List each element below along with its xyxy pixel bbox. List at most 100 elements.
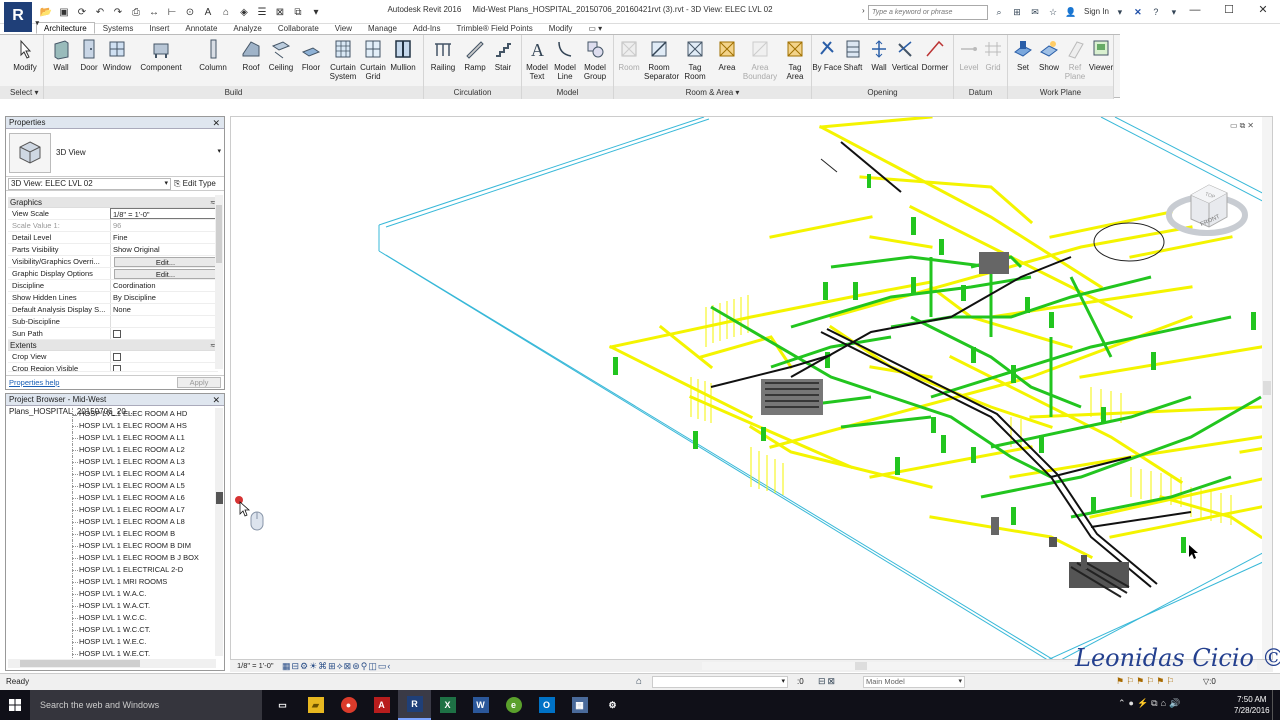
undo-icon[interactable]: ↶	[92, 4, 108, 20]
list-item[interactable]: HOSP LVL 1 W.C.C.	[6, 612, 216, 624]
list-item[interactable]: HOSP LVL 1 ELEC ROOM A L6	[6, 492, 216, 504]
word-icon[interactable]: W	[464, 690, 497, 720]
list-item[interactable]: HOSP LVL 1 ELEC ROOM B	[6, 528, 216, 540]
floor-button[interactable]: Floor	[296, 38, 326, 72]
calculator-icon[interactable]: ▦	[563, 690, 596, 720]
railing-button[interactable]: Railing	[428, 38, 458, 72]
tag-area-button[interactable]: Tag Area	[780, 38, 810, 81]
chevron-down-icon[interactable]: ▾	[1113, 5, 1127, 19]
excel-icon[interactable]: X	[431, 690, 464, 720]
ribbon-minimize-toggle[interactable]: ▭ ▾	[580, 22, 610, 34]
redo-icon[interactable]: ↷	[110, 4, 126, 20]
mullion-button[interactable]: Mullion	[388, 38, 418, 72]
3d-viewport-canvas[interactable]: FRONT TOP ▭⧉✕	[230, 116, 1273, 660]
tab-annotate[interactable]: Annotate	[177, 22, 225, 34]
list-item[interactable]: HOSP LVL 1 W.E.C.	[6, 636, 216, 648]
modify-button[interactable]: Modify	[8, 38, 42, 72]
thin-lines-icon[interactable]: ☰	[254, 4, 270, 20]
subscription-icon[interactable]: ⊞	[1010, 5, 1024, 19]
tab-systems[interactable]: Systems	[95, 22, 142, 34]
roof-button[interactable]: Roof	[236, 38, 266, 72]
viewcube[interactable]: FRONT TOP	[1161, 173, 1249, 243]
favorites-icon[interactable]: ☆	[1046, 5, 1060, 19]
select-dropdown[interactable]: Select ▾	[0, 86, 43, 99]
wall-button[interactable]: Wall	[46, 38, 76, 72]
3d-view-icon[interactable]: ⌂	[218, 4, 234, 20]
minimize-icon[interactable]: —	[1178, 0, 1212, 20]
list-item[interactable]: HOSP LVL 1 ELEC ROOM A L3	[6, 456, 216, 468]
viewport-window-controls[interactable]: ▭⧉✕	[1230, 121, 1256, 131]
section-extents[interactable]: Extents ≈	[8, 340, 218, 351]
component-button[interactable]: Component	[138, 38, 184, 72]
ceiling-button[interactable]: Ceiling	[266, 38, 296, 72]
close-icon[interactable]: ✕	[212, 394, 220, 406]
list-item[interactable]: HOSP LVL 1 ELEC ROOM A L4	[6, 468, 216, 480]
tab-modify[interactable]: Modify	[541, 22, 581, 34]
design-option-dropdown[interactable]: Main Model ▾	[863, 676, 965, 688]
viewport-vertical-scrollbar[interactable]	[1262, 117, 1272, 659]
tab-manage[interactable]: Manage	[360, 22, 405, 34]
view-control-icons[interactable]: ▦⊟⚙☀⌘⊞⟡⊠⊛⚲◫▭‹	[282, 660, 391, 672]
worksets-dropdown[interactable]: ▾	[652, 676, 788, 688]
outlook-icon[interactable]: O	[530, 690, 563, 720]
revit-taskbar-icon[interactable]: R	[398, 690, 431, 720]
list-item[interactable]: HOSP LVL 1 ELEC ROOM A L7	[6, 504, 216, 516]
properties-scrollbar[interactable]	[215, 195, 223, 369]
help-icon[interactable]: ?	[1149, 5, 1163, 19]
list-item[interactable]: HOSP LVL 1 ELEC ROOM A HS	[6, 420, 216, 432]
type-dropdown-icon[interactable]: ▾	[217, 147, 221, 155]
sun-path-checkbox[interactable]	[113, 330, 121, 338]
measure-icon[interactable]: ↔	[146, 4, 162, 20]
selection-filter-count[interactable]: ▽:0	[1203, 677, 1216, 686]
tab-architecture[interactable]: Architecture	[36, 22, 95, 34]
taskbar-search-box[interactable]: Search the web and Windows	[30, 690, 262, 720]
maximize-icon[interactable]: ☐	[1212, 0, 1246, 20]
help-search-input[interactable]: Type a keyword or phrase	[868, 5, 988, 20]
design-options-icons[interactable]: ⊟⊠	[818, 676, 837, 687]
communication-icon[interactable]: ✉	[1028, 5, 1042, 19]
grid-button[interactable]: Grid	[978, 38, 1008, 72]
close-icon[interactable]: ✕	[212, 117, 220, 129]
ramp-button[interactable]: Ramp	[460, 38, 490, 72]
print-icon[interactable]: ⎙	[128, 4, 144, 20]
tab-insert[interactable]: Insert	[141, 22, 177, 34]
sign-in-link[interactable]: Sign In	[1084, 5, 1109, 19]
apply-button[interactable]: Apply	[177, 377, 221, 388]
model-text-button[interactable]: A Model Text	[522, 38, 552, 81]
start-button[interactable]	[0, 690, 30, 720]
room-button[interactable]: Room	[614, 38, 644, 72]
selection-filter-icons[interactable]: ⚑⚐⚑⚐⚑⚐	[1116, 676, 1176, 687]
room-area-dropdown[interactable]: Room & Area ▾	[614, 86, 811, 99]
list-item[interactable]: HOSP LVL 1 ELEC ROOM A L5	[6, 480, 216, 492]
save-icon[interactable]: ▣	[56, 4, 72, 20]
text-icon[interactable]: A	[200, 4, 216, 20]
acrobat-icon[interactable]: A	[365, 690, 398, 720]
column-button[interactable]: Column	[198, 38, 228, 72]
close-icon[interactable]: ✕	[1246, 0, 1280, 20]
room-separator-button[interactable]: Room Separator	[644, 38, 679, 81]
list-item[interactable]: HOSP LVL 1 ELECTRICAL 2-D	[6, 564, 216, 576]
dimension-icon[interactable]: ⊢	[164, 4, 180, 20]
dormer-button[interactable]: Dormer	[920, 38, 950, 72]
edit-type-button[interactable]: ⎘ Edit Type	[174, 178, 216, 190]
green-app-icon[interactable]: e	[497, 690, 530, 720]
list-item[interactable]: HOSP LVL 1 MRI ROOMS	[6, 576, 216, 588]
list-item[interactable]: HOSP LVL 1 ELEC ROOM B J BOX	[6, 552, 216, 564]
search-icon[interactable]: ⌕	[992, 5, 1006, 19]
worksets-icon[interactable]: ⌂	[636, 676, 642, 687]
taskbar-clock[interactable]: 7:50 AM 7/28/2016	[1234, 694, 1270, 716]
tab-trimble-field-points[interactable]: Trimble® Field Points	[449, 22, 541, 34]
model-line-button[interactable]: Model Line	[550, 38, 580, 81]
settings-gear-icon[interactable]: ⚙	[596, 690, 629, 720]
list-item[interactable]: HOSP LVL 1 W.A.C.	[6, 588, 216, 600]
view-scale-input[interactable]: 1/8" = 1'-0"	[110, 208, 218, 219]
view-scale-button[interactable]: 1/8" = 1'-0"	[237, 661, 274, 670]
list-item[interactable]: HOSP LVL 1 W.A.CT.	[6, 600, 216, 612]
exchange-apps-icon[interactable]: ✕	[1131, 5, 1145, 19]
show-desktop-button[interactable]	[1272, 690, 1280, 720]
list-item[interactable]: HOSP LVL 1 ELEC ROOM A HD	[6, 408, 216, 420]
tag-icon[interactable]: ⊙	[182, 4, 198, 20]
application-menu-button[interactable]: R ▾	[4, 2, 39, 32]
list-item[interactable]: HOSP LVL 1 ELEC ROOM A L8	[6, 516, 216, 528]
tab-collaborate[interactable]: Collaborate	[270, 22, 327, 34]
